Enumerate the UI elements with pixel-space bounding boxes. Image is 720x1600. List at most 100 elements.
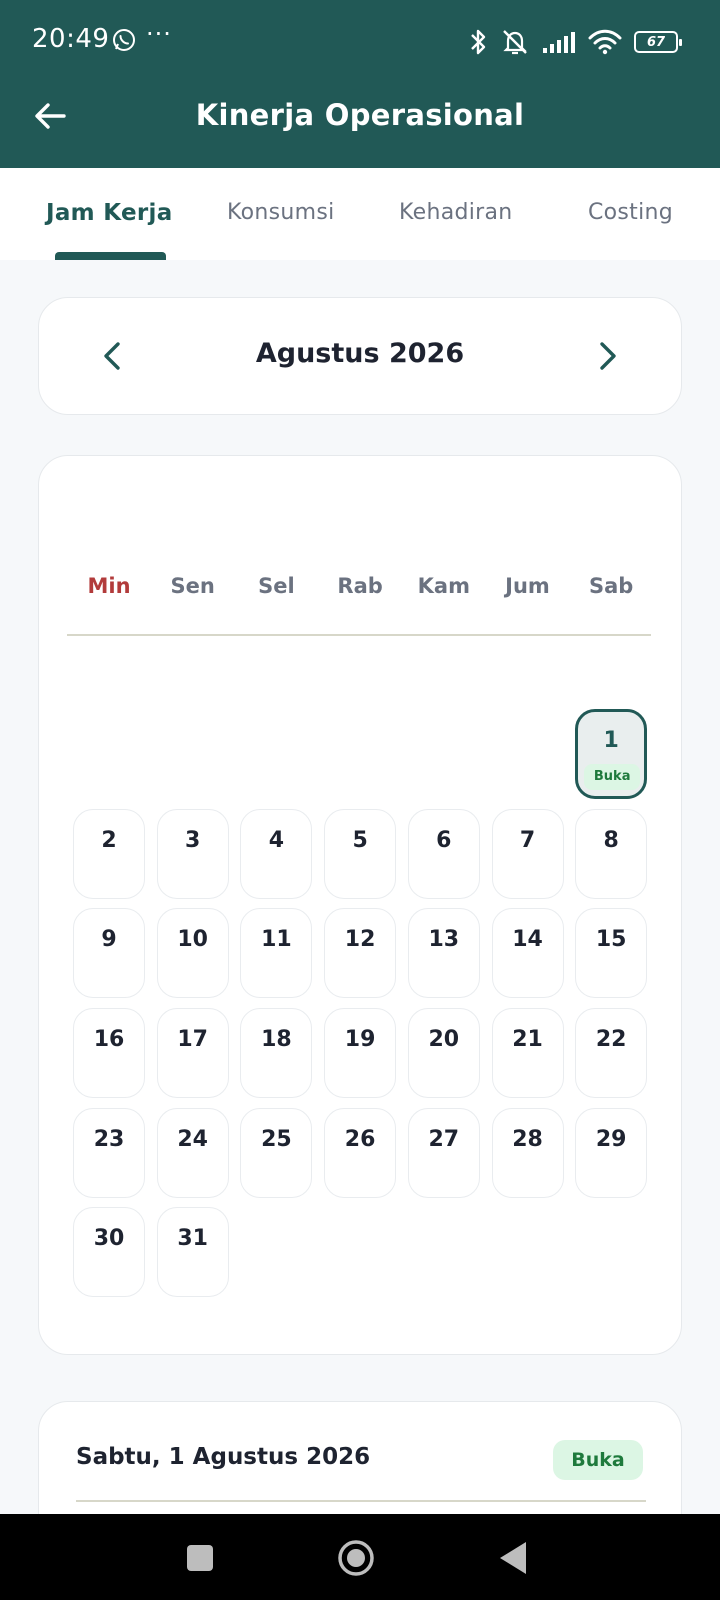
calendar-day[interactable]: 9 [73,908,145,998]
calendar-day[interactable]: 29 [575,1108,648,1198]
tab-kehadiran[interactable]: Kehadiran [399,200,513,225]
day-number: 8 [603,828,619,853]
calendar-day[interactable]: 4 [240,809,313,899]
day-number: 23 [93,1127,125,1152]
calendar-day[interactable]: 8 [575,809,648,899]
tab-costing[interactable]: Costing [588,200,673,225]
calendar-day[interactable]: 28 [491,1108,564,1198]
detail-divider [76,1500,646,1502]
calendar-day[interactable]: 23 [73,1108,145,1198]
calendar-day[interactable]: 5 [324,809,397,899]
calendar-day[interactable]: 25 [240,1108,313,1198]
day-number: 13 [428,927,460,952]
calendar-day[interactable]: 13 [407,908,480,998]
day-number: 19 [344,1027,376,1052]
weekday-label: Kam [417,574,470,598]
detail-date: Sabtu, 1 Agustus 2026 [76,1444,371,1470]
system-navigation-bar [0,1514,720,1600]
back-icon[interactable] [492,1536,536,1580]
tab-konsumsi[interactable]: Konsumsi [227,200,335,225]
calendar-day[interactable]: 24 [156,1108,229,1198]
calendar-day[interactable]: 18 [240,1008,313,1098]
day-number: 2 [101,828,117,853]
weekday-header: Min Sen Sel Rab Kam Jum Sab [67,574,655,614]
day-number: 21 [512,1027,543,1052]
tab-bar: Jam Kerja Konsumsi Kehadiran Costing [0,168,720,260]
day-number: 16 [93,1027,125,1052]
day-number: 25 [261,1127,292,1152]
day-number: 5 [352,828,368,853]
calendar-day[interactable]: 7 [491,809,564,899]
calendar-day[interactable]: 16 [73,1008,145,1098]
weekday-label: Jum [505,574,550,598]
battery-icon: 67 [634,31,682,53]
day-number: 3 [185,828,201,853]
calendar-day[interactable]: 22 [575,1008,648,1098]
home-icon[interactable] [334,1536,378,1580]
calendar-day[interactable]: 27 [407,1108,480,1198]
status-badge: Buka [553,1440,643,1480]
day-number: 7 [519,828,536,853]
day-number: 1 [603,728,619,753]
status-time: 20:49 [32,24,110,54]
day-number: 12 [344,927,376,952]
weekday-label: Sen [170,574,215,598]
day-number: 20 [428,1027,460,1052]
day-number: 10 [177,927,208,952]
whatsapp-icon [113,29,135,51]
calendar-day[interactable]: 19 [324,1008,397,1098]
active-tab-indicator [55,252,166,260]
day-number: 26 [344,1127,376,1152]
month-title: Agustus 2026 [255,338,465,369]
calendar-day[interactable]: 30 [73,1207,145,1297]
chevron-right-icon[interactable] [587,336,627,376]
month-navigator: Agustus 2026 [38,297,682,415]
calendar-day[interactable]: 15 [575,908,648,998]
day-number: 22 [595,1027,627,1052]
bluetooth-icon [471,29,486,55]
calendar-day[interactable]: 10 [156,908,229,998]
status-icons: 67 [468,24,682,60]
calendar-day-selected[interactable]: 1 Buka [575,709,648,799]
day-number: 18 [261,1027,292,1052]
calendar-day[interactable]: 20 [407,1008,480,1098]
tab-jam-kerja[interactable]: Jam Kerja [46,200,173,226]
calendar-day[interactable]: 17 [156,1008,229,1098]
day-number: 15 [595,927,627,952]
day-status-tag: Buka [584,764,641,790]
calendar-day[interactable]: 2 [73,809,145,899]
battery-level: 67 [646,34,666,50]
day-number: 31 [177,1226,208,1251]
day-number: 17 [177,1027,208,1052]
page-title: Kinerja Operasional [195,98,525,132]
weekday-divider [67,634,651,636]
alarm-off-icon [503,30,527,55]
status-bar: 20:49 ··· 67 [0,0,720,84]
calendar-day[interactable]: 31 [156,1207,229,1297]
signal-icon [543,32,575,53]
weekday-label: Sel [258,574,295,598]
day-number: 28 [512,1127,543,1152]
more-notifications-icon: ··· [146,20,172,48]
calendar-day[interactable]: 21 [491,1008,564,1098]
calendar-day[interactable]: 6 [407,809,480,899]
day-number: 27 [428,1127,460,1152]
weekday-label: Min [87,574,131,598]
recents-icon[interactable] [178,1536,222,1580]
weekday-label: Rab [337,574,383,598]
calendar-day[interactable]: 26 [324,1108,397,1198]
calendar-day[interactable]: 11 [240,908,313,998]
day-number: 14 [512,927,543,952]
calendar-day[interactable]: 3 [156,809,229,899]
day-number: 4 [268,828,285,853]
weekday-label: Sab [589,574,634,598]
day-number: 6 [436,828,452,853]
day-number: 30 [93,1226,125,1251]
calendar-day[interactable]: 12 [324,908,397,998]
day-number: 9 [101,927,117,952]
calendar: Min Sen Sel Rab Kam Jum Sab 1 Buka 2 3 4 5 6 7 8 9 10 11 1… [38,455,682,1355]
day-number: 11 [261,927,292,952]
calendar-day[interactable]: 14 [491,908,564,998]
day-number: 29 [595,1127,627,1152]
app-header: 20:49 ··· 67 Kinerja Operasional [0,0,720,168]
